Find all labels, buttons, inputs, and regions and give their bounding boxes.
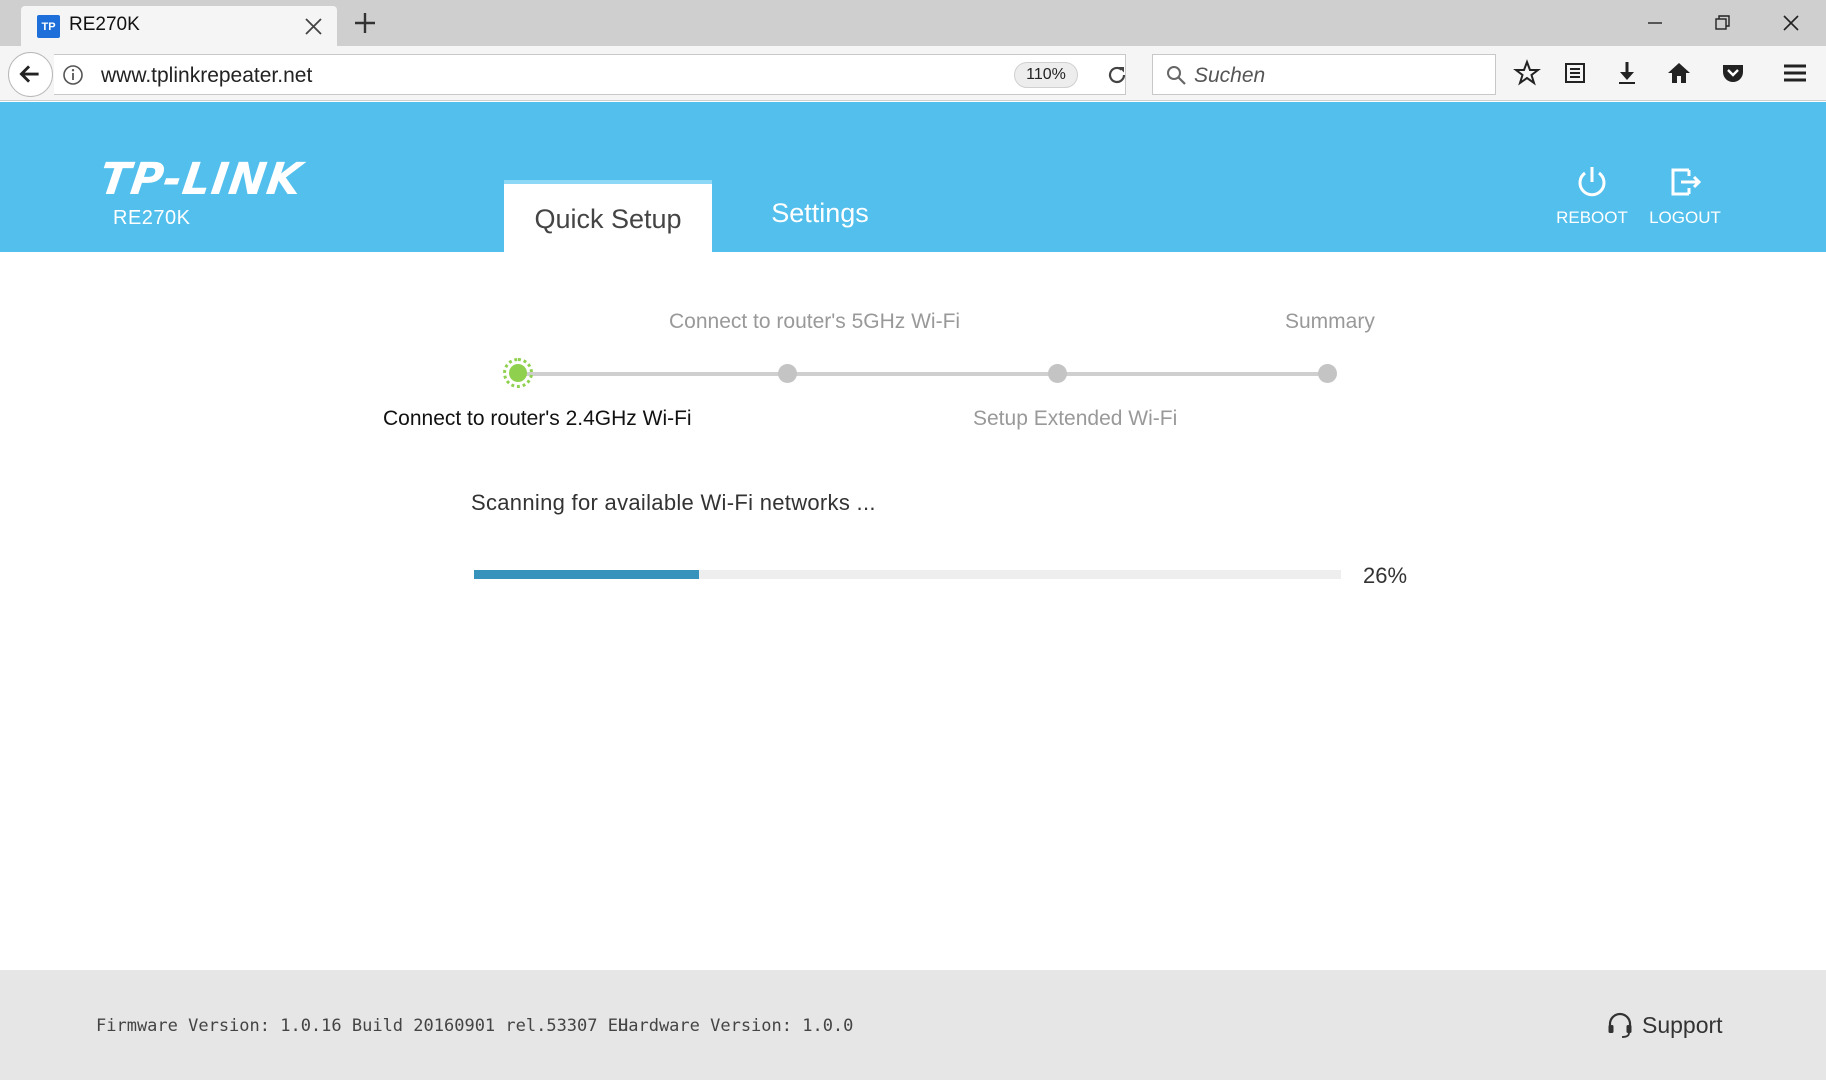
menu-hamburger-icon[interactable]: [1780, 58, 1810, 88]
browser-navbar: www.tplinkrepeater.net 110% Suchen: [0, 46, 1826, 101]
model-name: RE270K: [113, 207, 191, 229]
scan-progress-fill: [474, 570, 700, 579]
page-footer: Firmware Version: 1.0.16 Build 20160901 …: [0, 970, 1826, 1080]
url-bar[interactable]: www.tplinkrepeater.net 110%: [54, 54, 1126, 95]
url-text: www.tplinkrepeater.net: [101, 64, 313, 87]
tab-quick-setup-label: Quick Setup: [534, 204, 682, 234]
logout-label: LOGOUT: [1649, 208, 1721, 227]
support-label: Support: [1642, 1011, 1723, 1038]
hardware-version: Hardware Version: 1.0.0: [618, 1016, 854, 1036]
reboot-label: REBOOT: [1556, 208, 1628, 227]
reload-icon[interactable]: [1104, 62, 1130, 88]
step-label-24ghz: Connect to router's 2.4GHz Wi-Fi: [383, 407, 692, 430]
step-dot-24ghz: [503, 358, 533, 388]
router-header: TP-LINK RE270K Quick Setup Settings REBO…: [0, 102, 1826, 252]
minimize-window-icon[interactable]: [1640, 8, 1670, 38]
step-label-summary: Summary: [1285, 310, 1375, 333]
logout-icon: [1671, 168, 1702, 196]
step-dot-5ghz: [778, 364, 797, 383]
new-tab-icon[interactable]: [352, 10, 378, 36]
setup-wizard-steps: Connect to router's 5GHz Wi-Fi Summary C…: [0, 252, 1826, 452]
step-label-extended: Setup Extended Wi-Fi: [973, 407, 1178, 430]
tab-title: RE270K: [69, 14, 140, 35]
browser-tabstrip: TP RE270K: [0, 0, 1826, 46]
step-dot-summary: [1318, 364, 1337, 383]
back-arrow-icon: [19, 65, 39, 83]
logout-button[interactable]: LOGOUT: [1640, 162, 1730, 228]
support-link[interactable]: Support: [1606, 1010, 1723, 1040]
tplink-favicon-icon: TP: [37, 15, 60, 38]
tab-settings[interactable]: Settings: [740, 198, 900, 229]
scan-status-text: Scanning for available Wi-Fi networks ..…: [471, 490, 876, 515]
download-icon[interactable]: [1612, 58, 1642, 88]
power-icon: [1578, 167, 1606, 197]
zoom-level-badge[interactable]: 110%: [1014, 62, 1078, 88]
headset-icon: [1608, 1012, 1632, 1038]
home-icon[interactable]: [1664, 58, 1694, 88]
close-tab-icon[interactable]: [304, 17, 323, 36]
step-label-5ghz: Connect to router's 5GHz Wi-Fi: [669, 310, 961, 333]
search-placeholder: Suchen: [1194, 64, 1266, 87]
browser-tab[interactable]: TP RE270K: [21, 6, 337, 46]
restore-window-icon[interactable]: [1708, 8, 1738, 38]
bookmark-star-icon[interactable]: [1512, 58, 1542, 88]
info-icon[interactable]: [62, 64, 84, 86]
reboot-button[interactable]: REBOOT: [1547, 162, 1637, 228]
back-button[interactable]: [8, 52, 53, 97]
firmware-version: Firmware Version: 1.0.16 Build 20160901 …: [96, 1016, 629, 1036]
bookmarks-list-icon[interactable]: [1560, 58, 1590, 88]
tab-quick-setup[interactable]: Quick Setup: [504, 180, 712, 252]
search-bar[interactable]: Suchen: [1152, 54, 1496, 95]
scan-progress-bar: [474, 570, 1341, 579]
pocket-icon[interactable]: [1718, 58, 1748, 88]
close-window-icon[interactable]: [1776, 8, 1806, 38]
search-icon: [1167, 66, 1186, 85]
step-dot-extended: [1048, 364, 1067, 383]
tplink-logo: TP-LINK: [96, 154, 306, 205]
scan-progress-percent: 26%: [1363, 563, 1408, 588]
step-progress-track: [518, 372, 1328, 376]
